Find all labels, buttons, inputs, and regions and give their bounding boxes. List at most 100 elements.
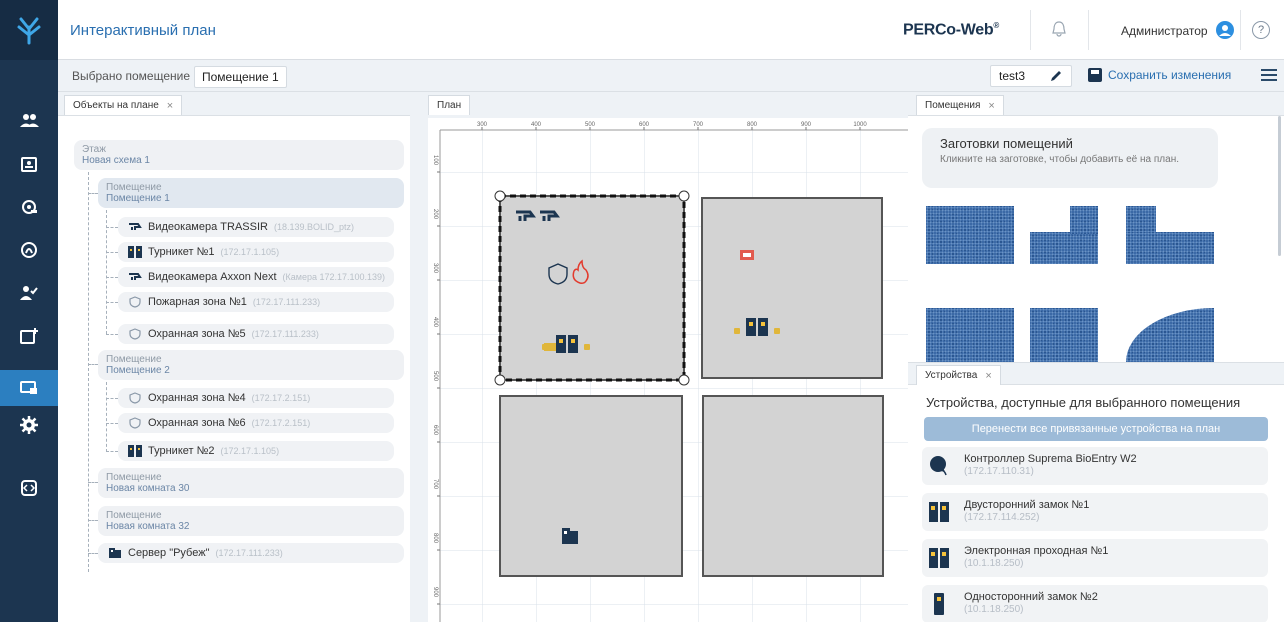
tab-objects-on-plan[interactable]: Объекты на плане × <box>64 95 183 115</box>
resize-handle[interactable] <box>678 190 690 202</box>
device-item[interactable]: Односторонний замок №2 (10.1.18.250) <box>922 585 1268 622</box>
fingerprint-reader-icon <box>930 456 947 476</box>
tree-item-camera-axxon[interactable]: Видеокамера Axxon Next (Камера 172.17.10… <box>118 267 394 287</box>
tree-item-security-zone-4[interactable]: Охранная зона №4 (172.17.2.151) <box>118 388 394 408</box>
device-item[interactable]: Электронная проходная №1 (10.1.18.250) <box>922 539 1268 577</box>
save-button[interactable]: Сохранить изменения <box>1088 68 1231 82</box>
tree-item-security-zone-6[interactable]: Охранная зона №6 (172.17.2.151) <box>118 413 394 433</box>
tree-room-3[interactable]: Помещение Новая комната 30 <box>98 468 404 498</box>
plan-room-4[interactable] <box>702 395 884 577</box>
user-name[interactable]: Администратор <box>1121 24 1208 38</box>
room-blank-rect[interactable] <box>926 206 1014 264</box>
room-blank-rect-3[interactable] <box>1030 308 1098 362</box>
tree-item-turnstile-1[interactable]: Турникет №1 (172.17.1.105) <box>118 242 394 262</box>
item-name: Турникет №1 <box>148 246 215 258</box>
code-icon[interactable] <box>0 470 58 506</box>
tree-connector <box>106 398 118 399</box>
user-avatar-icon[interactable] <box>1216 21 1234 39</box>
item-name: Охранная зона №4 <box>148 392 246 404</box>
users-icon[interactable] <box>0 103 58 139</box>
gear-icon[interactable] <box>0 407 58 443</box>
tree-connector <box>106 210 107 334</box>
ruler-left-label: 200 <box>432 209 438 220</box>
ruler-top-label: 700 <box>693 122 704 128</box>
tree-room-1[interactable]: Помещение Помещение 1 <box>98 178 404 208</box>
plan-room-3[interactable] <box>499 395 683 577</box>
logo-icon <box>17 17 41 45</box>
tree-room-4[interactable]: Помещение Новая комната 32 <box>98 506 404 536</box>
room-name: Новая комната 32 <box>106 521 190 532</box>
user-check-icon[interactable] <box>0 275 58 311</box>
devices-title: Устройства, доступные для выбранного пом… <box>926 395 1241 410</box>
help-icon[interactable]: ? <box>1252 21 1270 39</box>
tree-connector <box>88 193 98 194</box>
access-point-icon[interactable] <box>0 189 58 225</box>
room-blank-l-shape[interactable] <box>1030 232 1098 264</box>
breadcrumb-selected[interactable]: Выбрано помещение <box>66 66 196 86</box>
tree-connector <box>106 451 118 452</box>
save-button-label: Сохранить изменения <box>1108 68 1232 82</box>
shield-icon <box>129 296 141 308</box>
tree-item-fire-zone-1[interactable]: Пожарная зона №1 (172.17.111.233) <box>118 292 394 312</box>
close-icon[interactable]: × <box>988 100 994 112</box>
plan-name-value: test3 <box>999 69 1026 83</box>
resize-handle[interactable] <box>678 374 690 386</box>
item-name: Турникет №2 <box>148 445 215 457</box>
plan-room-2[interactable] <box>701 197 883 379</box>
device-ip: (172.17.110.31) <box>964 466 1034 477</box>
item-name: Сервер "Рубеж" <box>128 547 210 559</box>
floor-type: Этаж <box>82 144 106 155</box>
tree-item-camera-trassir[interactable]: Видеокамера TRASSIR (18.139.BOLID_ptz) <box>118 217 394 237</box>
interactive-plan-icon[interactable] <box>0 370 58 406</box>
item-ip: (172.17.1.105) <box>220 247 280 257</box>
hamburger-menu-icon[interactable] <box>1261 69 1277 83</box>
badge-add-icon[interactable] <box>0 318 58 354</box>
devices-panel: Устройства × Устройства, доступные для вы… <box>908 362 1284 622</box>
item-name: Пожарная зона №1 <box>148 296 247 308</box>
bell-icon[interactable] <box>1050 20 1068 38</box>
shield-icon <box>129 392 141 404</box>
device-item[interactable]: Контроллер Suprema BioEntry W2 (172.17.1… <box>922 447 1268 485</box>
tree-floor[interactable]: Этаж Новая схема 1 <box>74 140 404 170</box>
camera-icon <box>129 223 142 230</box>
device-ip: (10.1.18.250) <box>964 558 1024 569</box>
turnstile-icon <box>929 548 949 568</box>
pencil-icon[interactable] <box>1049 69 1063 83</box>
tree-room-2[interactable]: Помещение Помещение 2 <box>98 350 404 380</box>
tree-item-security-zone-5[interactable]: Охранная зона №5 (172.17.111.233) <box>118 324 394 344</box>
floor-name: Новая схема 1 <box>82 155 150 166</box>
room-blank-t-shape-part[interactable] <box>1126 232 1214 264</box>
room-blank-rounded[interactable] <box>1126 308 1214 362</box>
header-divider <box>1030 10 1031 50</box>
device-item[interactable]: Двусторонний замок №1 (172.17.114.252) <box>922 493 1268 531</box>
rooms-scrollbar[interactable] <box>1278 116 1281 256</box>
device-name: Электронная проходная №1 <box>964 545 1109 557</box>
tree-connector <box>88 172 89 572</box>
close-icon[interactable]: × <box>985 370 991 382</box>
tab-rooms[interactable]: Помещения × <box>916 95 1004 115</box>
plan-name-field[interactable]: test3 <box>990 65 1072 87</box>
app-logo[interactable] <box>0 0 58 60</box>
item-name: Охранная зона №5 <box>148 328 246 340</box>
tree-item-server-rubezh[interactable]: Сервер "Рубеж" (172.17.111.233) <box>98 543 404 563</box>
move-all-devices-button[interactable]: Перенести все привязанные устройства на … <box>924 417 1268 441</box>
breadcrumb-room[interactable]: Помещение 1 <box>194 66 287 88</box>
plan-canvas[interactable]: 300 400 500 600 700 800 900 1000 100 200 300 400 50… <box>428 118 908 622</box>
tab-devices[interactable]: Устройства × <box>916 365 1001 385</box>
room-blank-l-shape-part[interactable] <box>1070 206 1098 234</box>
close-icon[interactable]: × <box>167 100 173 112</box>
tab-plan[interactable]: План <box>428 95 471 115</box>
fire-alarm-icon[interactable] <box>740 250 754 260</box>
badge-icon[interactable] <box>0 146 58 182</box>
item-name: Охранная зона №6 <box>148 417 246 429</box>
room-blank-rect-2[interactable] <box>926 308 1014 362</box>
fingerprint-icon[interactable] <box>0 232 58 268</box>
tree-connector <box>88 520 98 521</box>
ruler-left-label: 700 <box>432 479 438 490</box>
item-ip: (18.139.BOLID_ptz) <box>273 222 354 232</box>
tree-item-turnstile-2[interactable]: Турникет №2 (172.17.1.105) <box>118 441 394 461</box>
resize-handle[interactable] <box>494 374 506 386</box>
item-ip: (172.17.111.233) <box>251 329 319 339</box>
plan-room-1[interactable] <box>499 195 685 381</box>
resize-handle[interactable] <box>494 190 506 202</box>
